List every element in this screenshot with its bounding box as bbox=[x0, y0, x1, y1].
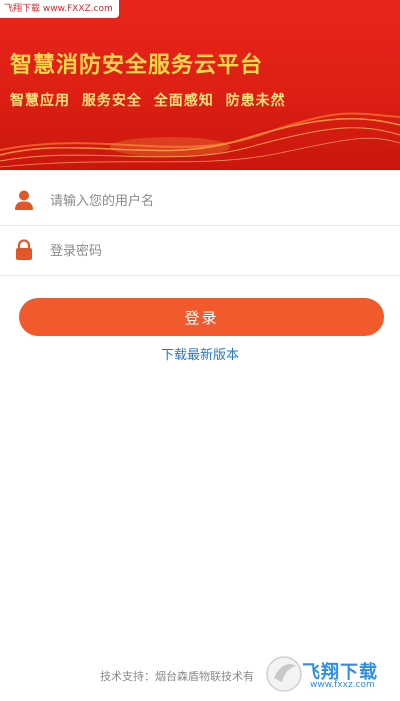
password-input[interactable] bbox=[50, 236, 380, 266]
username-row bbox=[0, 176, 400, 226]
header-banner: 飞翔下载 www.FXXZ.com 智慧消防安全服务云平台 智慧应用 服务安全 … bbox=[0, 0, 400, 170]
login-button[interactable]: 登录 bbox=[19, 298, 384, 336]
watermark-top: 飞翔下载 www.FXXZ.com bbox=[0, 0, 119, 18]
download-latest-link[interactable]: 下载最新版本 bbox=[0, 344, 400, 363]
watermark-logo-icon bbox=[266, 656, 302, 692]
app-title: 智慧消防安全服务云平台 bbox=[10, 53, 264, 78]
support-footer: 技术支持：烟台森盾物联技术有 bbox=[100, 670, 254, 683]
app-slogan: 智慧应用 服务安全 全面感知 防患未然 bbox=[10, 93, 286, 109]
lock-icon bbox=[16, 239, 32, 260]
username-input[interactable] bbox=[50, 186, 380, 216]
watermark-bottom: 飞翔下载 www.fxxz.com bbox=[262, 648, 400, 701]
password-row bbox=[0, 226, 400, 276]
watermark-url: www.fxxz.com bbox=[310, 680, 375, 690]
user-icon bbox=[15, 190, 33, 210]
